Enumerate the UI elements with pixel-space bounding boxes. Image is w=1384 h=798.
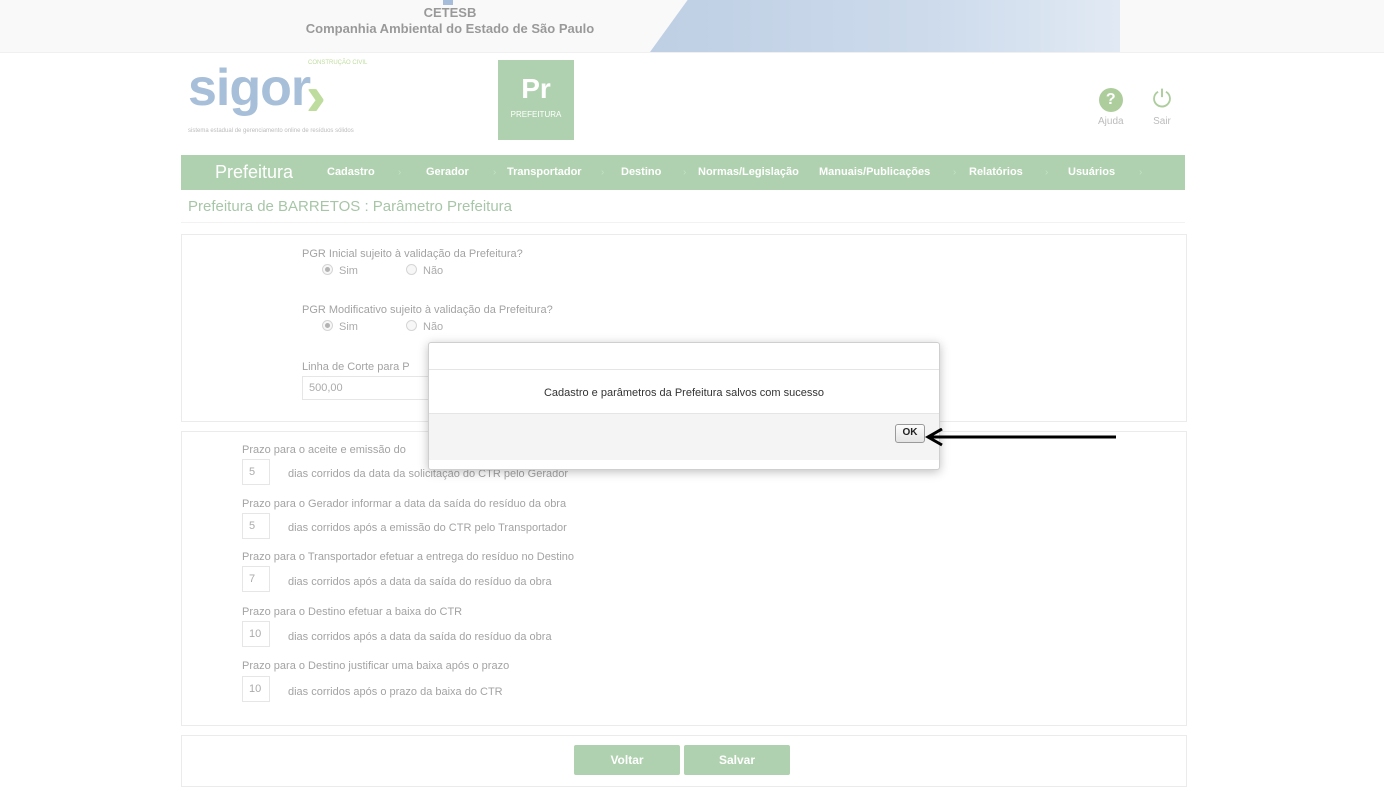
success-dialog: Cadastro e parâmetros da Prefeitura salv… [428, 342, 940, 470]
ok-button[interactable]: OK [895, 424, 925, 443]
pointer-arrow-icon [924, 428, 1116, 447]
dialog-footer [429, 413, 939, 460]
dialog-titlebar [429, 343, 939, 370]
dialog-message: Cadastro e parâmetros da Prefeitura salv… [543, 387, 825, 399]
